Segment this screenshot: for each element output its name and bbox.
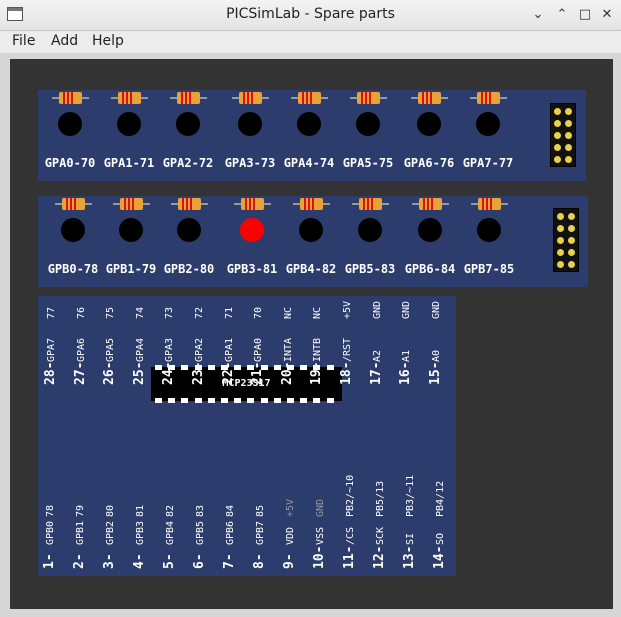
led-label: GPA0-70 — [44, 156, 96, 170]
resistor — [171, 198, 208, 210]
resistor — [350, 92, 387, 104]
header-pin — [557, 213, 564, 220]
led-label: GPA3-73 — [224, 156, 276, 170]
header-pin — [554, 108, 561, 115]
led-label: GPA6-76 — [403, 156, 455, 170]
resistor — [111, 92, 148, 104]
led-label: GPB2-80 — [163, 262, 215, 276]
led-indicator — [417, 112, 441, 136]
led-label: GPB3-81 — [226, 262, 278, 276]
header-pin — [554, 144, 561, 151]
led-indicator — [356, 112, 380, 136]
led-label: GPA7-77 — [462, 156, 514, 170]
header-pin — [565, 120, 572, 127]
resistor — [470, 92, 507, 104]
chip-pin — [207, 398, 215, 403]
led-label: GPA1-71 — [103, 156, 155, 170]
chip-pin — [207, 365, 215, 370]
chip-pin — [181, 398, 189, 403]
header-pin — [554, 120, 561, 127]
resistor — [52, 92, 89, 104]
window-title: PICSimLab - Spare parts — [226, 6, 395, 22]
led-label: GPA5-75 — [342, 156, 394, 170]
header-pin — [568, 249, 575, 256]
pin-header[interactable] — [550, 103, 576, 167]
minimize-button[interactable]: ⌄ — [529, 6, 547, 24]
led-indicator — [177, 218, 201, 242]
resistor — [170, 92, 207, 104]
menu-file[interactable]: File — [12, 33, 35, 49]
led-indicator — [61, 218, 85, 242]
chip-pin — [326, 398, 334, 403]
menu-bar: File Add Help — [0, 31, 621, 53]
chip-pin — [313, 398, 321, 403]
led-label: GPA2-72 — [162, 156, 214, 170]
led-label: GPB7-85 — [463, 262, 515, 276]
resistor — [411, 92, 448, 104]
led-indicator — [476, 112, 500, 136]
chip-pin — [287, 398, 294, 403]
header-pin — [557, 225, 564, 232]
menu-add[interactable]: Add — [51, 33, 78, 49]
header-pin — [554, 156, 561, 163]
chip-pin — [194, 398, 202, 403]
menu-help[interactable]: Help — [92, 33, 124, 49]
chip-pin — [300, 365, 308, 370]
led-indicator — [297, 112, 321, 136]
led-indicator — [358, 218, 382, 242]
chip-pin — [234, 398, 242, 403]
led-label: GPB6-84 — [404, 262, 456, 276]
header-pin — [565, 132, 572, 139]
led-indicator — [117, 112, 141, 136]
header-pin — [557, 249, 564, 256]
header-pin — [565, 144, 572, 151]
chip-pin — [168, 398, 176, 403]
maximize-button[interactable]: □ — [576, 6, 594, 24]
led-indicator — [238, 112, 262, 136]
chip-pin — [221, 398, 228, 403]
led-label: GPB1-79 — [105, 262, 157, 276]
resistor — [291, 92, 328, 104]
header-pin — [568, 261, 575, 268]
chip-pin — [260, 398, 268, 403]
led-indicator — [418, 218, 442, 242]
led-indicator — [119, 218, 143, 242]
chip-pin — [155, 398, 162, 403]
header-pin — [568, 237, 575, 244]
led-indicator — [58, 112, 82, 136]
led-indicator — [299, 218, 323, 242]
chip-pin — [247, 398, 255, 403]
led-label: GPB4-82 — [285, 262, 337, 276]
header-pin — [554, 132, 561, 139]
close-button[interactable]: ✕ — [598, 6, 616, 24]
resistor — [234, 198, 271, 210]
resistor — [293, 198, 330, 210]
resistor — [471, 198, 508, 210]
header-pin — [568, 225, 575, 232]
resistor — [55, 198, 92, 210]
header-pin — [565, 108, 572, 115]
chip-pin — [181, 365, 189, 370]
led-label: GPB0-78 — [47, 262, 99, 276]
header-pin — [565, 156, 572, 163]
resistor — [232, 92, 269, 104]
led-label: GPB5-83 — [344, 262, 396, 276]
led-label: GPA4-74 — [283, 156, 335, 170]
restore-button[interactable]: ⌃ — [553, 6, 571, 24]
chip-pin — [326, 365, 334, 370]
resistor — [113, 198, 150, 210]
mcp23s17-board[interactable] — [38, 296, 456, 576]
header-pin — [557, 261, 564, 268]
resistor — [412, 198, 449, 210]
header-pin — [557, 237, 564, 244]
header-pin — [568, 213, 575, 220]
chip-pin — [300, 398, 308, 403]
title-bar: PICSimLab - Spare parts ⌄ ⌃ □ ✕ — [0, 0, 621, 31]
chip-pin — [273, 398, 281, 403]
resistor — [352, 198, 389, 210]
led-indicator — [477, 218, 501, 242]
pin-header[interactable] — [553, 208, 579, 272]
led-indicator — [240, 218, 264, 242]
led-indicator — [176, 112, 200, 136]
